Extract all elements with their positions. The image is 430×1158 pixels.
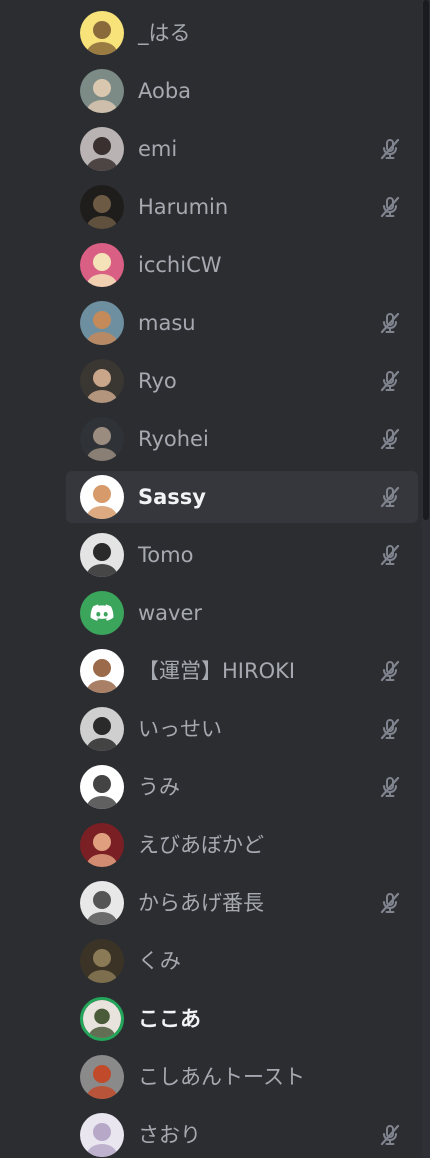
member-name: icchiCW	[138, 253, 222, 277]
muted-mic-icon	[378, 485, 402, 509]
avatar	[80, 533, 124, 577]
member-name: うみ	[138, 775, 180, 799]
voice-member-row[interactable]: こしあんトースト	[66, 1051, 418, 1103]
avatar	[80, 359, 124, 403]
voice-member-row[interactable]: Sassy	[66, 471, 418, 523]
avatar	[80, 823, 124, 867]
muted-mic-icon	[378, 543, 402, 567]
member-name: _はる	[138, 21, 191, 45]
voice-member-row[interactable]: くみ	[66, 935, 418, 987]
voice-member-row[interactable]: Ryohei	[66, 413, 418, 465]
avatar	[80, 243, 124, 287]
member-name: えびあぼかど	[138, 833, 264, 857]
voice-member-row[interactable]: うみ	[66, 761, 418, 813]
muted-mic-icon	[378, 891, 402, 915]
voice-member-row[interactable]: masu	[66, 297, 418, 349]
voice-member-row[interactable]: えびあぼかど	[66, 819, 418, 871]
member-name: くみ	[138, 949, 181, 973]
voice-member-row[interactable]: _はる	[66, 7, 418, 59]
voice-member-row[interactable]: waver	[66, 587, 418, 639]
voice-channel-member-list: _はる Aoba emi Harumin icchiCW masu Ryo Ryohei Sas…	[0, 0, 430, 1158]
avatar	[80, 881, 124, 925]
voice-member-row[interactable]: いっせい	[66, 703, 418, 755]
avatar	[80, 765, 124, 809]
avatar	[80, 417, 124, 461]
voice-member-row[interactable]: Tomo	[66, 529, 418, 581]
muted-mic-icon	[378, 717, 402, 741]
member-name: こしあんトースト	[138, 1065, 305, 1089]
member-name: Sassy	[138, 485, 206, 509]
voice-member-row[interactable]: 【運営】HIROKI	[66, 645, 418, 697]
avatar	[80, 301, 124, 345]
muted-mic-icon	[378, 1123, 402, 1147]
avatar	[80, 939, 124, 983]
muted-mic-icon	[378, 195, 402, 219]
voice-member-row[interactable]: emi	[66, 123, 418, 175]
member-name: masu	[138, 311, 196, 335]
avatar	[80, 1055, 124, 1099]
muted-mic-icon	[378, 137, 402, 161]
member-name: からあげ番長	[138, 891, 264, 915]
member-name: Harumin	[138, 195, 229, 219]
member-name: waver	[138, 601, 203, 625]
avatar	[80, 475, 124, 519]
avatar	[80, 649, 124, 693]
member-name: いっせい	[138, 717, 222, 741]
member-name: Tomo	[138, 543, 194, 567]
voice-member-row[interactable]: からあげ番長	[66, 877, 418, 929]
member-name: emi	[138, 137, 178, 161]
member-name: 【運営】HIROKI	[138, 659, 296, 683]
member-name: Aoba	[138, 79, 192, 103]
member-name: Ryo	[138, 369, 177, 393]
discord-logo-icon	[80, 591, 124, 635]
member-name: Ryohei	[138, 427, 209, 451]
scrollbar-thumb[interactable]	[423, 0, 429, 520]
avatar	[80, 997, 124, 1041]
member-list: _はる Aoba emi Harumin icchiCW masu Ryo Ryohei Sas…	[66, 7, 418, 1158]
muted-mic-icon	[378, 311, 402, 335]
voice-member-row[interactable]: Ryo	[66, 355, 418, 407]
avatar	[80, 11, 124, 55]
avatar	[80, 69, 124, 113]
avatar	[80, 185, 124, 229]
muted-mic-icon	[378, 775, 402, 799]
muted-mic-icon	[378, 369, 402, 393]
muted-mic-icon	[378, 427, 402, 451]
scrollbar-track[interactable]	[422, 0, 430, 1158]
voice-member-row[interactable]: ここあ	[66, 993, 418, 1045]
member-name: さおり	[138, 1123, 201, 1147]
muted-mic-icon	[378, 659, 402, 683]
voice-member-row[interactable]: Aoba	[66, 65, 418, 117]
voice-member-row[interactable]: さおり	[66, 1109, 418, 1158]
avatar	[80, 1113, 124, 1157]
voice-member-row[interactable]: Harumin	[66, 181, 418, 233]
avatar	[80, 127, 124, 171]
member-name: ここあ	[138, 1007, 201, 1031]
avatar	[80, 707, 124, 751]
voice-member-row[interactable]: icchiCW	[66, 239, 418, 291]
